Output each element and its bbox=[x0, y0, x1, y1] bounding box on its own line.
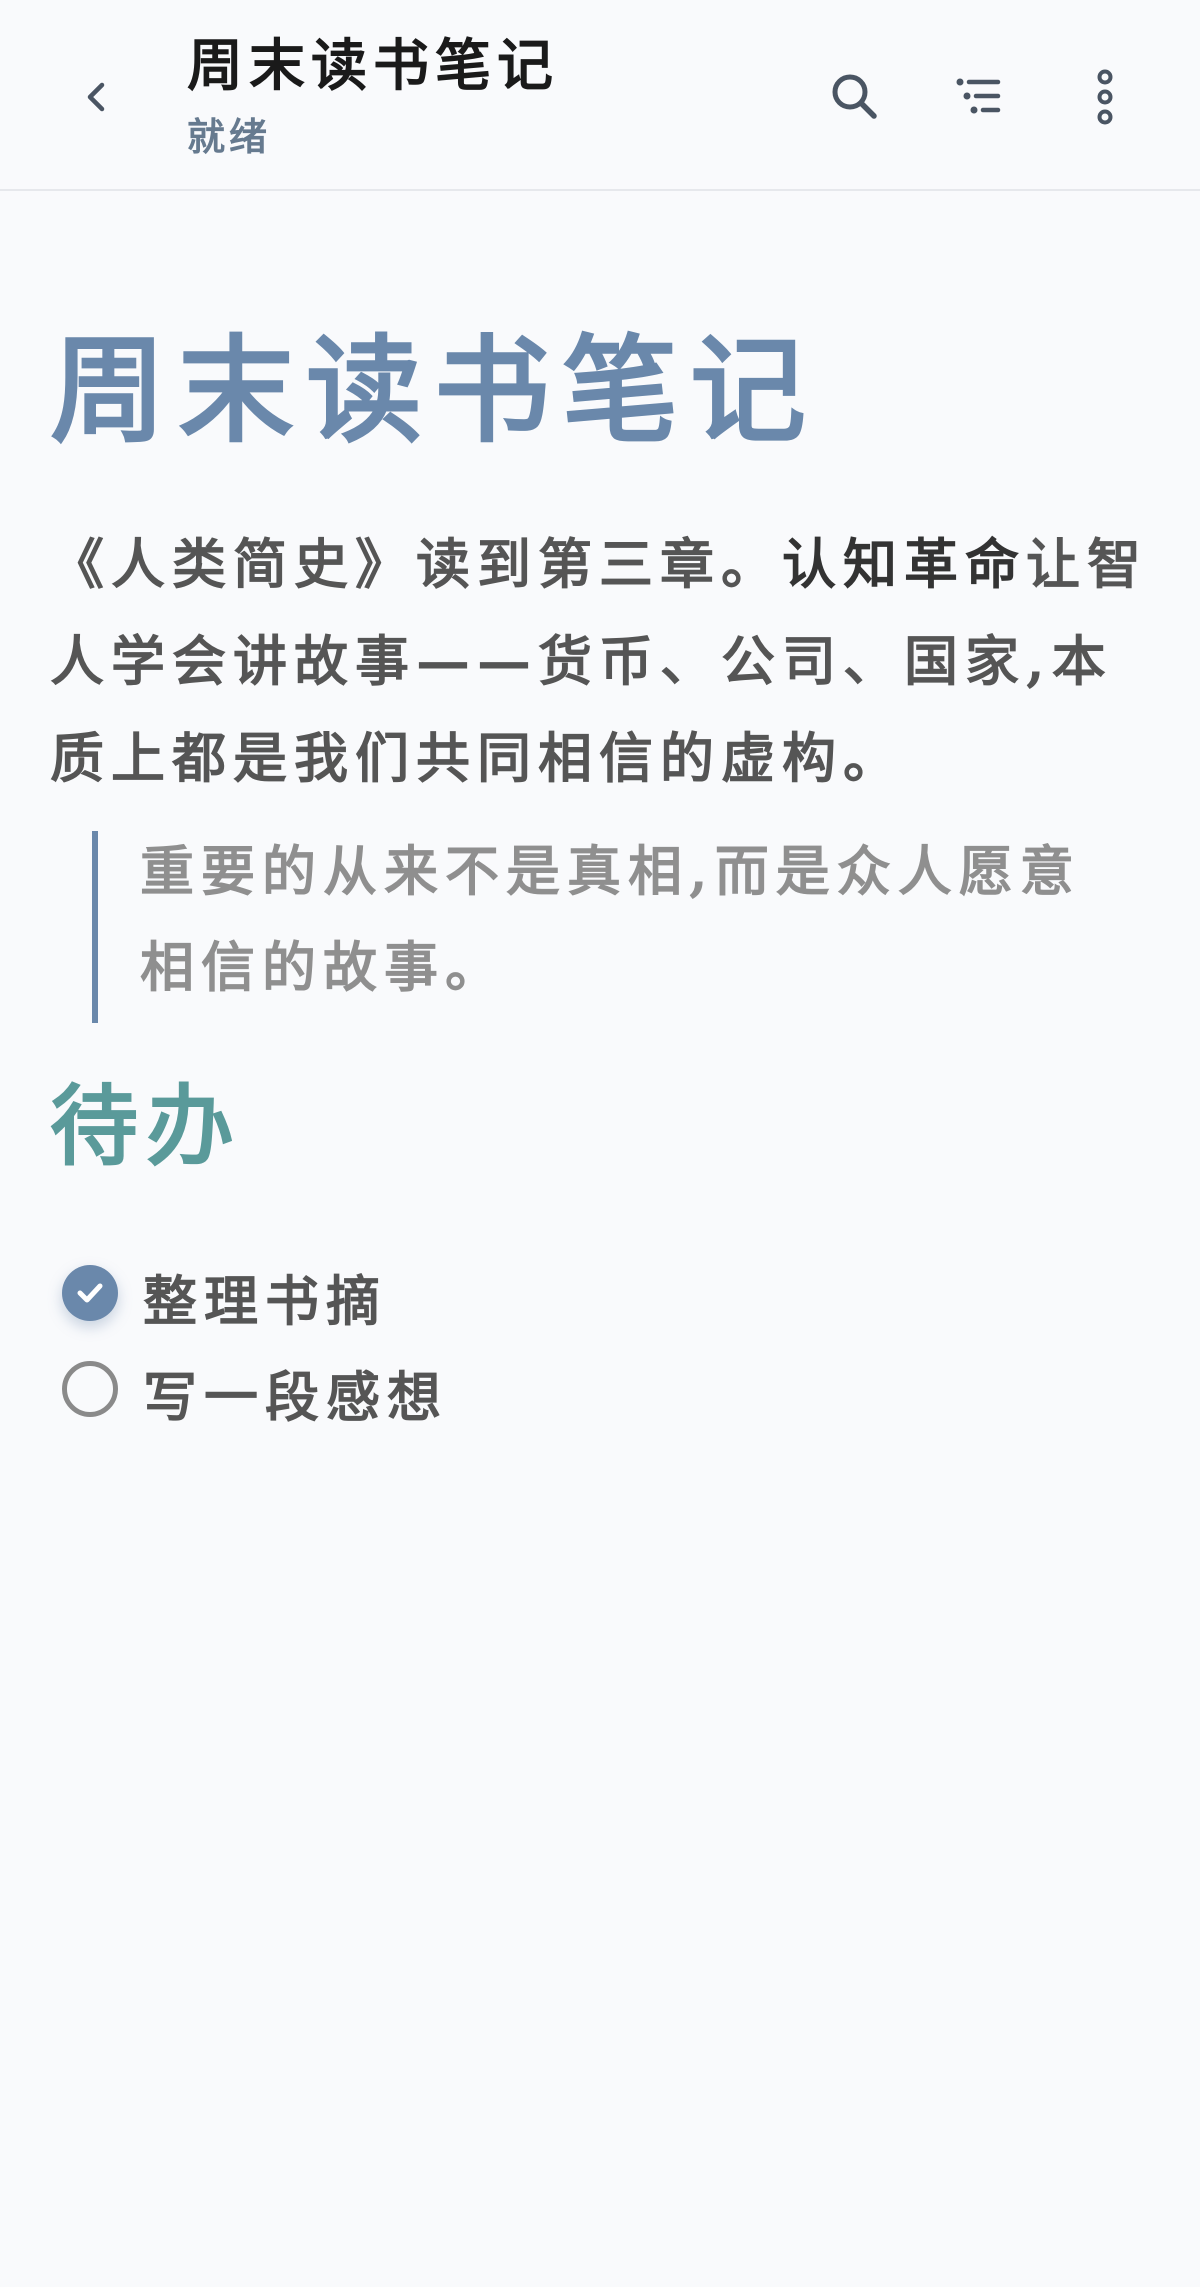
search-button[interactable] bbox=[810, 52, 900, 142]
todo-checkbox-checked[interactable] bbox=[62, 1265, 118, 1321]
body-paragraph[interactable]: 《人类简史》读到第三章。认知革命让智人学会讲故事——货币、公司、国家,本质上都是… bbox=[50, 516, 1150, 807]
todo-heading[interactable]: 待办 bbox=[50, 1071, 242, 1181]
blockquote[interactable]: 重要的从来不是真相,而是众人愿意相信的故事。 bbox=[92, 831, 1102, 1023]
document-title[interactable]: 周末读书笔记 bbox=[50, 321, 818, 461]
bold-text: 认知革命 bbox=[782, 532, 1026, 596]
outline-button[interactable] bbox=[933, 52, 1023, 142]
check-icon bbox=[77, 1283, 103, 1303]
appbar-title: 周末读书笔记 bbox=[187, 33, 559, 99]
search-icon bbox=[832, 74, 877, 119]
app-bar: 周末读书笔记 就绪 bbox=[0, 0, 1200, 191]
save-status: 就绪 bbox=[187, 114, 272, 159]
more-vertical-icon bbox=[1097, 69, 1113, 125]
chevron-left-icon bbox=[87, 82, 105, 112]
paragraph-text: 《人类简史》读到第三章。 bbox=[50, 532, 782, 596]
quote-text: 重要的从来不是真相,而是众人愿意相信的故事。 bbox=[140, 839, 1081, 999]
todo-item[interactable]: 写一段感想 bbox=[62, 1349, 448, 1429]
back-button[interactable] bbox=[52, 52, 142, 142]
todo-label: 整理书摘 bbox=[143, 1269, 387, 1333]
todo-item[interactable]: 整理书摘 bbox=[62, 1253, 387, 1333]
more-options-button[interactable] bbox=[1060, 52, 1150, 142]
outline-list-icon bbox=[956, 78, 1001, 114]
todo-label: 写一段感想 bbox=[143, 1365, 448, 1429]
todo-checkbox-unchecked[interactable] bbox=[62, 1361, 118, 1417]
